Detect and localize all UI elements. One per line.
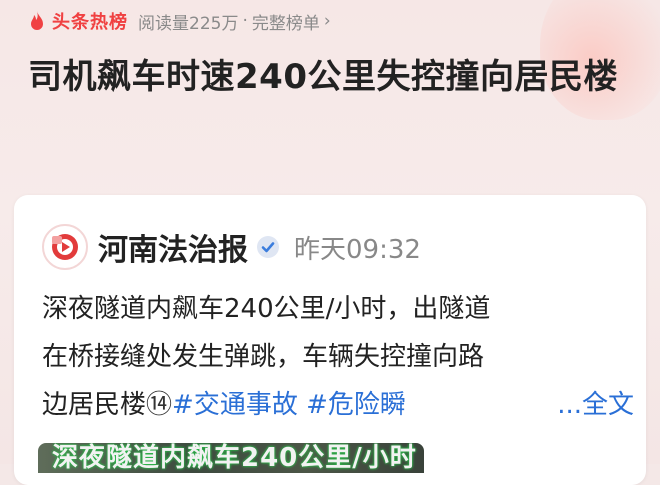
post-time: 昨天09:32 — [294, 234, 421, 265]
read-more-link[interactable]: ...全文 — [557, 381, 634, 429]
post-line-text: 边居民楼 — [42, 390, 147, 420]
video-thumbnail[interactable]: 深夜隧道内飙车240公里/小时 — [38, 443, 424, 473]
topic-headline[interactable]: 司机飙车时速240公里失控撞向居民楼 — [28, 52, 628, 102]
hashtag-dangerous-moment[interactable]: #危险瞬 — [306, 390, 406, 420]
post-line-3: 边居民楼⑭#交通事故 #危险瞬 ...全文 — [42, 381, 638, 429]
chevron-right-icon[interactable]: › — [324, 11, 331, 31]
post-card[interactable]: 河南法治报 昨天09:32 深夜隧道内飙车240公里/小时，出隧道 在桥接缝处发… — [14, 195, 646, 485]
post-line: 在桥接缝处发生弹跳，车辆失控撞向路 — [42, 342, 485, 372]
number-emoji: ⑭ — [146, 390, 173, 420]
henan-fazhi-logo-icon — [52, 234, 78, 260]
post-text[interactable]: 深夜隧道内飙车240公里/小时，出隧道 在桥接缝处发生弹跳，车辆失控撞向路 边居… — [42, 285, 638, 429]
thumbnail-caption: 深夜隧道内飙车240公里/小时 — [52, 443, 417, 473]
full-list-link[interactable]: 完整榜单 — [252, 9, 320, 34]
account-name[interactable]: 河南法治报 — [98, 225, 248, 269]
verified-icon — [257, 236, 279, 258]
account-row[interactable]: 河南法治报 昨天09:32 — [42, 219, 421, 275]
flame-icon — [31, 11, 43, 30]
post-line: 深夜隧道内飙车240公里/小时，出隧道 — [42, 294, 491, 324]
hot-list-brand[interactable]: 头条热榜 — [52, 8, 128, 34]
avatar[interactable] — [42, 224, 88, 270]
read-count: 阅读量225万 — [138, 13, 239, 34]
hashtag-traffic-accident[interactable]: #交通事故 — [172, 390, 298, 420]
hot-list-header[interactable]: 头条热榜 阅读量225万 · 完整榜单 › — [28, 6, 331, 36]
meta-separator: · — [242, 11, 248, 31]
